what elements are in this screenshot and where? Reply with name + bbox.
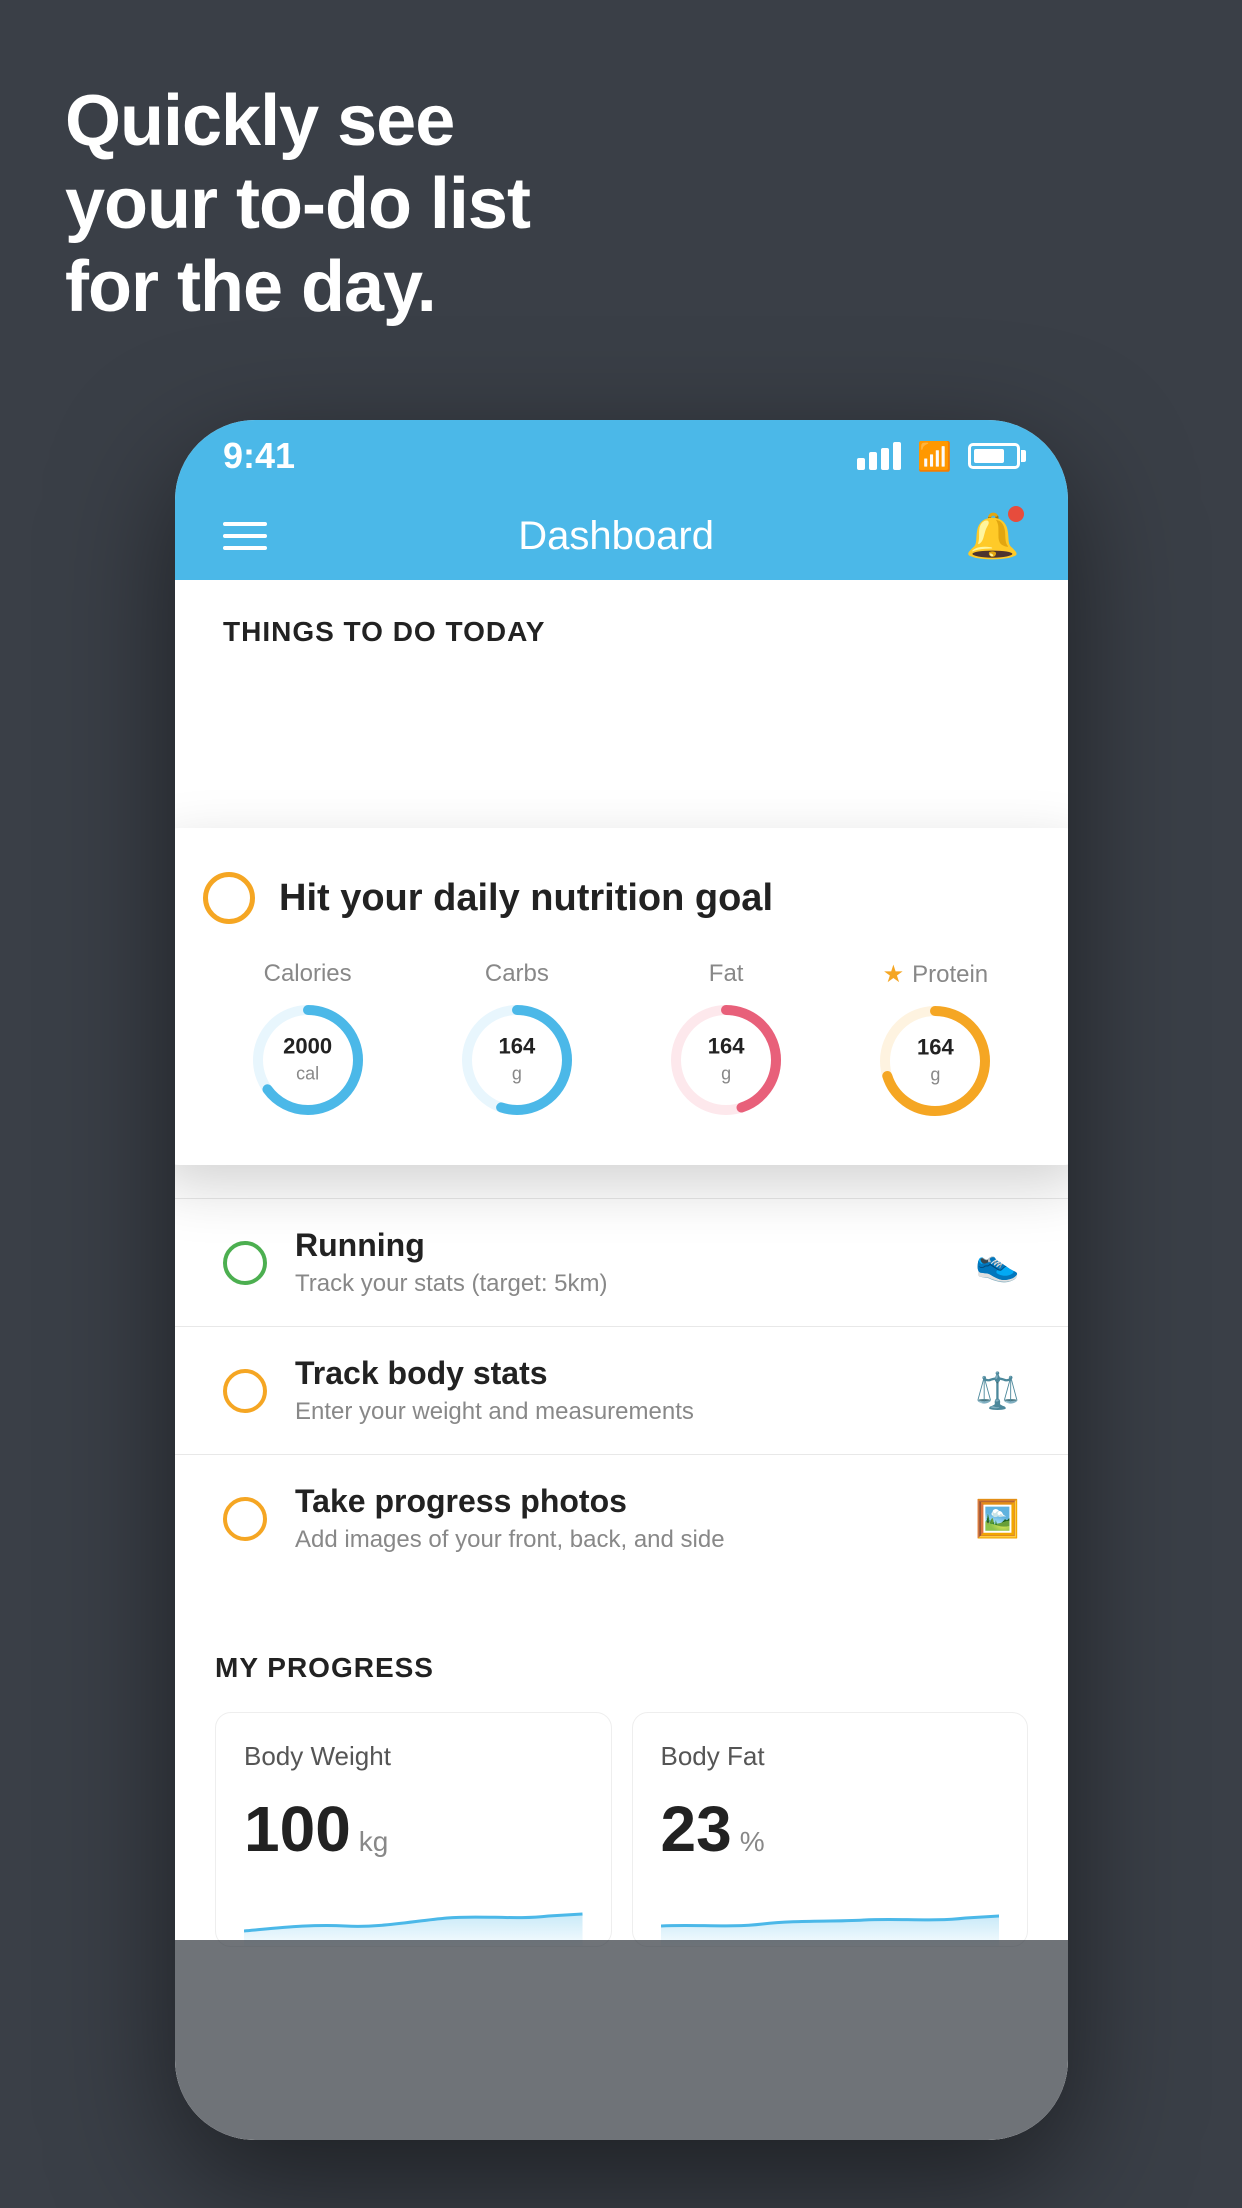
running-content: Running Track your stats (target: 5km) bbox=[295, 1227, 947, 1298]
carbs-label: Carbs bbox=[485, 960, 549, 988]
body-stats-name: Track body stats bbox=[295, 1355, 947, 1392]
notification-dot bbox=[1008, 506, 1024, 522]
body-fat-chart bbox=[661, 1886, 1000, 1946]
protein-label: ★ Protein bbox=[883, 960, 989, 989]
phone-content: THINGS TO DO TODAY Hit your daily nutrit… bbox=[175, 580, 1068, 2140]
nutrition-circles: Calories 2000cal Carbs bbox=[203, 960, 1040, 1121]
photos-desc: Add images of your front, back, and side bbox=[295, 1526, 947, 1554]
progress-title: MY PROGRESS bbox=[215, 1652, 1028, 1684]
body-weight-value: 100 kg bbox=[244, 1792, 583, 1866]
things-header: THINGS TO DO TODAY bbox=[175, 580, 1068, 668]
running-name: Running bbox=[295, 1227, 947, 1264]
phone-frame: 9:41 📶 Dashboard 🔔 bbox=[175, 420, 1068, 2140]
todo-list: Running Track your stats (target: 5km) 👟… bbox=[175, 1198, 1068, 1582]
todo-item-body-stats[interactable]: Track body stats Enter your weight and m… bbox=[175, 1326, 1068, 1454]
signal-icon bbox=[857, 442, 901, 470]
card-header: Hit your daily nutrition goal bbox=[203, 872, 1040, 924]
fat-label: Fat bbox=[709, 960, 744, 988]
body-weight-number: 100 bbox=[244, 1792, 351, 1866]
star-icon: ★ bbox=[883, 960, 905, 989]
body-fat-number: 23 bbox=[661, 1792, 732, 1866]
body-weight-card[interactable]: Body Weight 100 kg bbox=[215, 1712, 612, 1947]
person-icon: 🖼️ bbox=[975, 1498, 1020, 1540]
card-circle-indicator bbox=[203, 872, 255, 924]
photos-name: Take progress photos bbox=[295, 1483, 947, 1520]
todo-item-running[interactable]: Running Track your stats (target: 5km) 👟 bbox=[175, 1198, 1068, 1326]
progress-cards: Body Weight 100 kg bbox=[215, 1712, 1028, 1947]
status-bar: 9:41 📶 bbox=[175, 420, 1068, 492]
battery-icon bbox=[968, 443, 1020, 469]
body-stats-circle bbox=[223, 1369, 267, 1413]
nutrition-card: Hit your daily nutrition goal Calories 2… bbox=[175, 828, 1068, 1165]
status-time: 9:41 bbox=[223, 435, 295, 477]
body-fat-value: 23 % bbox=[661, 1792, 1000, 1866]
carbs-circle: 164g bbox=[457, 1000, 577, 1120]
fat-circle: 164g bbox=[666, 1000, 786, 1120]
todo-item-photos[interactable]: Take progress photos Add images of your … bbox=[175, 1454, 1068, 1582]
things-title: THINGS TO DO TODAY bbox=[223, 616, 545, 647]
body-weight-title: Body Weight bbox=[244, 1741, 583, 1772]
dark-overlay bbox=[175, 1940, 1068, 2140]
calories-label: Calories bbox=[264, 960, 352, 988]
shoe-icon: 👟 bbox=[975, 1242, 1020, 1284]
calories-circle: 2000cal bbox=[248, 1000, 368, 1120]
body-fat-unit: % bbox=[740, 1826, 765, 1858]
scale-icon: ⚖️ bbox=[975, 1370, 1020, 1412]
hamburger-menu[interactable] bbox=[223, 522, 267, 550]
nav-bar: Dashboard 🔔 bbox=[175, 492, 1068, 580]
headline-line1: Quickly see bbox=[65, 80, 530, 163]
nutrition-protein: ★ Protein 164g bbox=[875, 960, 995, 1121]
progress-section: MY PROGRESS Body Weight 100 kg bbox=[175, 1612, 1068, 1947]
nav-title: Dashboard bbox=[518, 514, 714, 559]
running-circle bbox=[223, 1241, 267, 1285]
card-title: Hit your daily nutrition goal bbox=[279, 877, 773, 920]
body-stats-desc: Enter your weight and measurements bbox=[295, 1398, 947, 1426]
nutrition-carbs: Carbs 164g bbox=[457, 960, 577, 1120]
nutrition-calories: Calories 2000cal bbox=[248, 960, 368, 1120]
status-icons: 📶 bbox=[857, 440, 1020, 473]
body-weight-chart bbox=[244, 1886, 583, 1946]
body-stats-content: Track body stats Enter your weight and m… bbox=[295, 1355, 947, 1426]
body-fat-title: Body Fat bbox=[661, 1741, 1000, 1772]
protein-circle: 164g bbox=[875, 1001, 995, 1121]
headline-line3: for the day. bbox=[65, 246, 530, 329]
photos-circle bbox=[223, 1497, 267, 1541]
body-weight-unit: kg bbox=[359, 1826, 389, 1858]
headline: Quickly see your to-do list for the day. bbox=[65, 80, 530, 328]
body-fat-card[interactable]: Body Fat 23 % bbox=[632, 1712, 1029, 1947]
bell-button[interactable]: 🔔 bbox=[965, 510, 1020, 562]
running-desc: Track your stats (target: 5km) bbox=[295, 1270, 947, 1298]
nutrition-fat: Fat 164g bbox=[666, 960, 786, 1120]
photos-content: Take progress photos Add images of your … bbox=[295, 1483, 947, 1554]
wifi-icon: 📶 bbox=[917, 440, 952, 473]
headline-line2: your to-do list bbox=[65, 163, 530, 246]
